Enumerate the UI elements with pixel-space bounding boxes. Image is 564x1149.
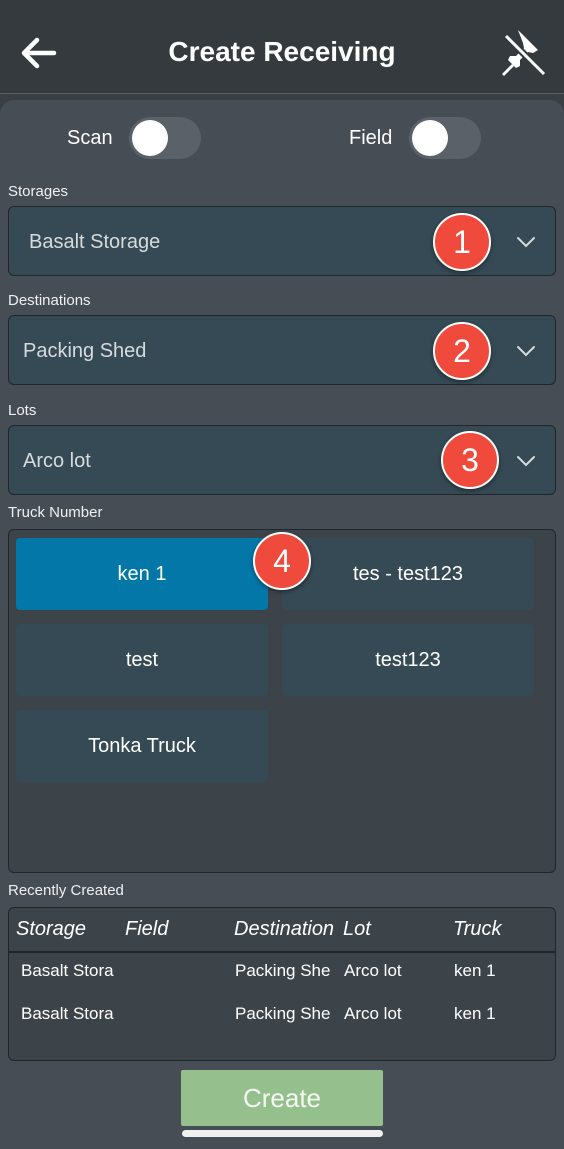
cell-storage: Basalt Stora — [21, 961, 114, 980]
scan-toggle[interactable] — [129, 117, 201, 159]
column-header-truck: Truck — [453, 918, 502, 940]
lots-value: Arco lot — [23, 450, 91, 472]
top-bar: Create Receiving — [0, 0, 564, 94]
truck-option-test123[interactable]: test123 — [282, 624, 534, 696]
pin-slash-icon — [502, 30, 547, 77]
recent-table: Storage Field Destination Lot Truck Basa… — [8, 907, 556, 1061]
destinations-label: Destinations — [8, 292, 91, 309]
chevron-down-icon — [517, 456, 535, 467]
recently-created-label: Recently Created — [8, 882, 124, 899]
cell-lot: Arco lot — [344, 961, 402, 980]
scan-toggle-knob — [132, 120, 168, 156]
pin-button[interactable] — [498, 26, 550, 78]
chevron-down-icon — [517, 346, 535, 357]
cell-truck: ken 1 — [454, 1004, 496, 1023]
callout-badge-4: 4 — [253, 532, 311, 590]
destinations-value: Packing Shed — [23, 340, 147, 362]
cell-destination: Packing She — [235, 1004, 331, 1023]
column-header-destination: Destination — [234, 918, 335, 940]
column-header-field: Field — [125, 918, 169, 940]
field-toggle[interactable] — [409, 117, 481, 159]
cell-lot: Arco lot — [344, 1004, 402, 1023]
scan-label: Scan — [67, 127, 113, 149]
chevron-down-icon — [517, 237, 535, 248]
callout-badge-3: 3 — [441, 431, 499, 489]
callout-badge-2: 2 — [433, 322, 491, 380]
field-toggle-knob — [412, 120, 448, 156]
cell-destination: Packing She — [235, 961, 331, 980]
truck-option-test[interactable]: test — [16, 624, 268, 696]
truck-number-label: Truck Number — [8, 504, 103, 521]
column-header-lot: Lot — [343, 918, 371, 940]
callout-badge-1: 1 — [433, 213, 491, 271]
truck-option-tonka-truck[interactable]: Tonka Truck — [16, 710, 268, 782]
storages-value: Basalt Storage — [29, 231, 161, 253]
column-header-storage: Storage — [16, 918, 87, 940]
cell-storage: Basalt Stora — [21, 1004, 114, 1023]
header-divider — [9, 951, 555, 953]
lots-label: Lots — [8, 402, 37, 419]
create-button[interactable]: Create — [181, 1070, 383, 1126]
storages-label: Storages — [8, 183, 69, 200]
page-title: Create Receiving — [168, 36, 396, 67]
truck-option-tes-test123[interactable]: tes - test123 — [282, 538, 534, 610]
truck-option-ken-1[interactable]: ken 1 — [16, 538, 268, 610]
cell-truck: ken 1 — [454, 961, 496, 980]
field-label: Field — [349, 127, 393, 149]
home-indicator — [182, 1130, 383, 1137]
